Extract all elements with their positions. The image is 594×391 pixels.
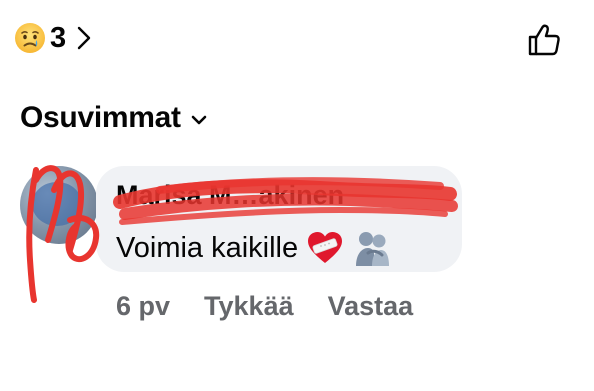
reaction-count: 3 [50,22,67,54]
comment-body: Voimia kaikille [116,228,392,268]
reaction-summary[interactable]: 3 [14,18,92,58]
thumbs-up-icon[interactable] [524,20,564,60]
mending-heart-icon [308,232,343,263]
comment-timestamp[interactable]: 6 pv [116,291,170,322]
sort-label: Osuvimmat [20,101,181,134]
avatar-photo [32,182,82,226]
sad-face-icon [15,23,45,53]
like-comment-button[interactable]: Tykkää [204,291,294,322]
reactions-header: 3 [0,0,594,80]
avatar[interactable] [20,166,98,244]
sort-selector[interactable]: Osuvimmat [20,100,207,136]
chevron-down-icon [191,115,207,125]
comment-text: Voimia kaikille [116,231,299,264]
chevron-right-icon [77,26,91,50]
comment-actions: 6 pv Tykkää Vastaa [116,288,413,324]
comments-screen: 3 Osuvimmat Marisa M…akinen Voimia kaiki… [0,0,594,391]
comment-author[interactable]: Marisa M…akinen [116,180,344,211]
people-hugging-icon [356,232,390,266]
reply-button[interactable]: Vastaa [328,291,414,322]
